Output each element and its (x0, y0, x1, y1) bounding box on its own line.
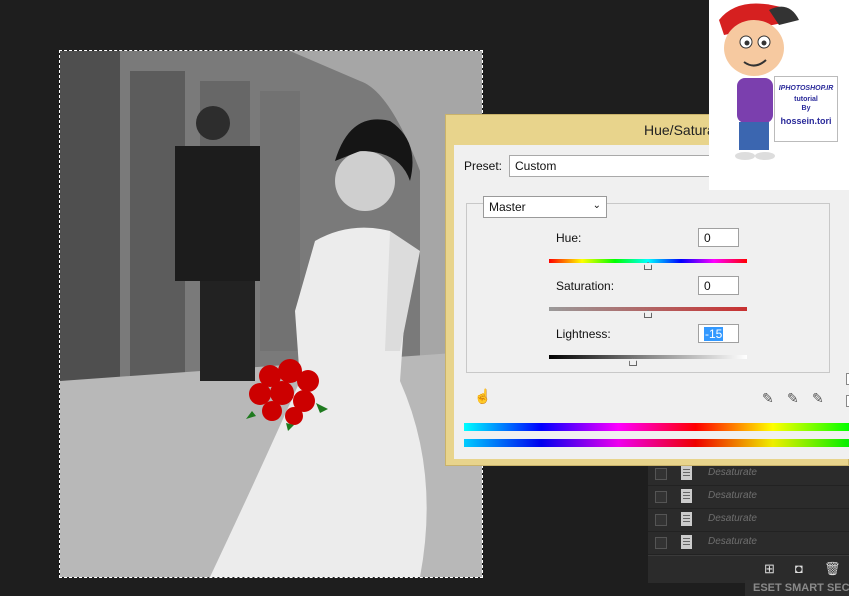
logo-sign: IPHOTOSHOP.IR tutorial By hossein.tori (774, 76, 838, 142)
lightness-slider-track[interactable] (549, 355, 747, 359)
chevron-down-icon: ⌄ (592, 200, 601, 211)
preset-label: Preset: (464, 159, 503, 173)
document-icon (681, 466, 692, 480)
history-item-label: Desaturate (708, 536, 757, 547)
history-item[interactable]: Desaturate (648, 508, 849, 532)
taskbar-label: ESET SMART SECURITY (745, 580, 849, 596)
history-footer: ⊞ ◘ 🗑 (648, 555, 849, 583)
watermark-logo: IPHOTOSHOP.IR tutorial By hossein.tori (709, 0, 849, 190)
history-item[interactable]: Desaturate (648, 485, 849, 509)
history-checkbox[interactable] (655, 468, 667, 480)
logo-tutorial: tutorial (794, 96, 818, 103)
history-checkbox[interactable] (655, 491, 667, 503)
document-icon (681, 512, 692, 526)
hue-value-field[interactable]: 0 (698, 228, 739, 247)
hand-adjust-icon[interactable]: ☝ (474, 388, 491, 405)
eyedropper-minus-icon[interactable]: ✎ (812, 390, 824, 407)
logo-author: hossein.tori (780, 116, 832, 126)
logo-by: By (801, 105, 811, 112)
bride-photo (60, 51, 482, 577)
lightness-value-field[interactable]: -15 (698, 324, 739, 343)
dialog-body: Preset: Custom Master ⌄ Hue: 0 Saturatio… (454, 145, 849, 459)
document-icon (681, 535, 692, 549)
source-color-bar (464, 423, 849, 431)
camera-icon[interactable]: ◘ (795, 561, 803, 576)
channel-select[interactable]: Master ⌄ (483, 196, 607, 218)
history-item-label: Desaturate (708, 490, 757, 501)
logo-site: IPHOTOSHOP.IR (778, 85, 834, 92)
trash-icon[interactable]: 🗑 (824, 561, 841, 577)
adjustment-group (466, 203, 830, 373)
hue-label: Hue: (556, 231, 582, 245)
channel-select-value: Master (489, 200, 526, 214)
result-color-bar (464, 439, 849, 447)
eyedropper-icon[interactable]: ✎ (762, 390, 774, 407)
document-icon (681, 489, 692, 503)
history-checkbox[interactable] (655, 537, 667, 549)
saturation-value-field[interactable]: 0 (698, 276, 739, 295)
lightness-label: Lightness: (556, 327, 611, 341)
history-item-label: Desaturate (708, 513, 757, 524)
eyedropper-plus-icon[interactable]: ✎ (787, 390, 799, 407)
history-checkbox[interactable] (655, 514, 667, 526)
lightness-value-text: -15 (704, 327, 724, 341)
history-item-label: Desaturate (708, 467, 757, 478)
saturation-label: Saturation: (556, 279, 615, 293)
history-item[interactable]: Desaturate (648, 531, 849, 555)
new-document-from-state-icon[interactable]: ⊞ (764, 561, 775, 577)
